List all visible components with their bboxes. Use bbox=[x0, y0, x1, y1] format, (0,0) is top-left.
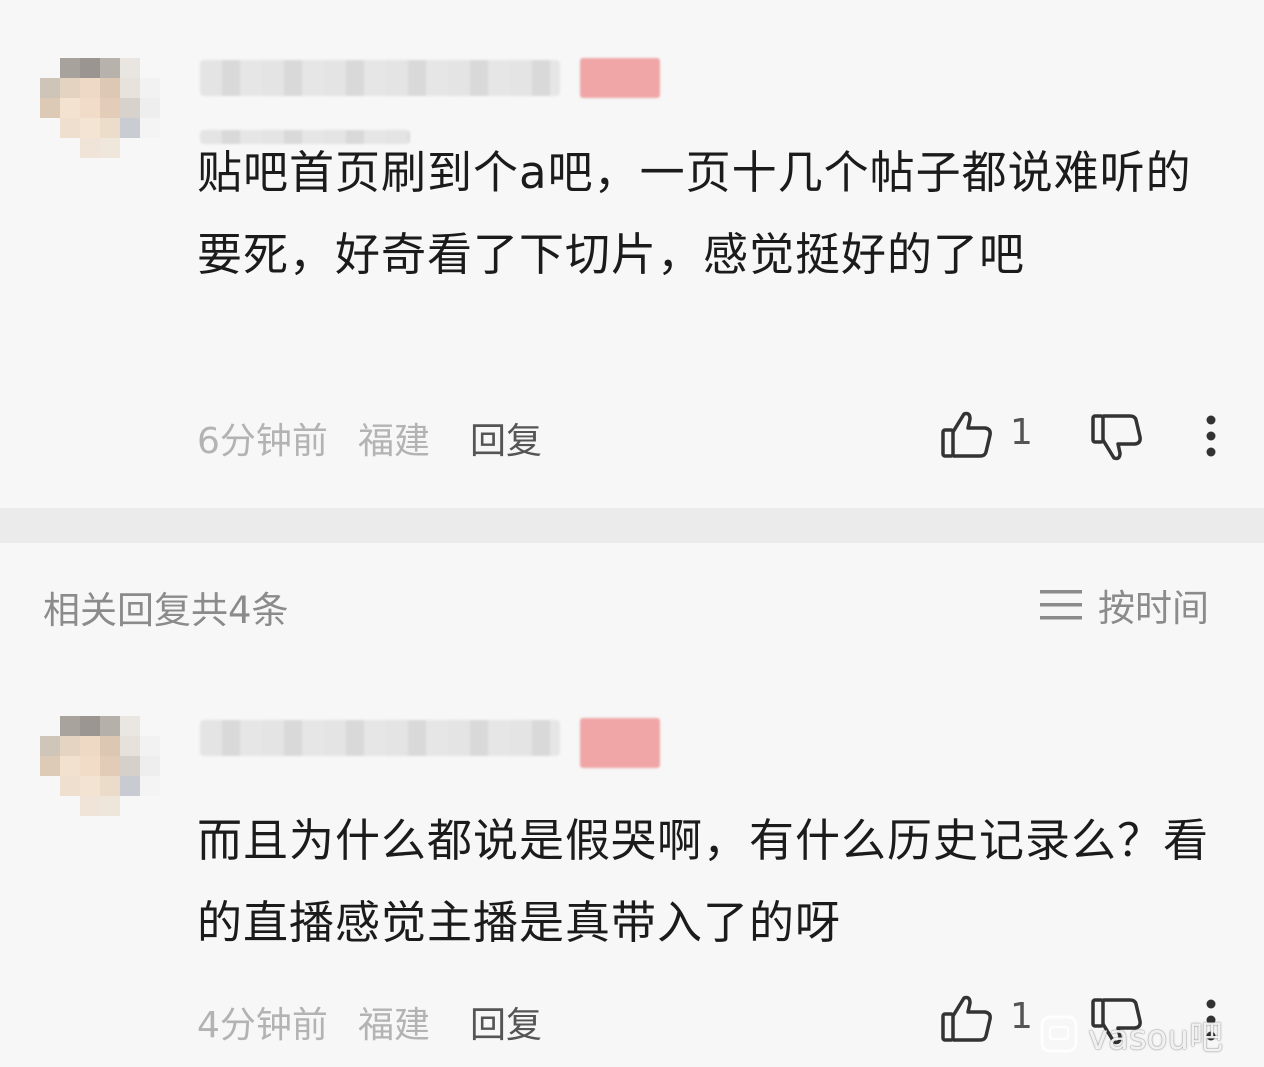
username-blurred[interactable] bbox=[200, 60, 560, 96]
username-blurred[interactable] bbox=[200, 720, 560, 756]
reply-button[interactable]: 回复 bbox=[470, 412, 542, 464]
level-badge bbox=[580, 718, 660, 768]
section-divider bbox=[0, 508, 1264, 543]
thumb-down-icon[interactable] bbox=[1090, 412, 1144, 462]
sort-lines-icon bbox=[1040, 588, 1082, 622]
comment-time: 6分钟前 bbox=[197, 421, 328, 462]
level-badge bbox=[580, 58, 660, 98]
comment-location: 福建 bbox=[358, 421, 431, 462]
comment-text: 贴吧首页刷到个a吧，一页十几个帖子都说难听的要死，好奇看了下切片，感觉挺好的了吧 bbox=[197, 146, 1192, 281]
avatar[interactable] bbox=[40, 716, 160, 816]
like-count: 1 bbox=[1010, 996, 1033, 1037]
watermark: vasou吧 bbox=[1040, 1010, 1223, 1058]
avatar[interactable] bbox=[40, 58, 160, 158]
replies-count-title: 相关回复共4条 bbox=[43, 589, 289, 632]
watermark-logo-icon bbox=[1040, 1015, 1078, 1053]
watermark-text: vasou吧 bbox=[1088, 1017, 1224, 1058]
like-count: 1 bbox=[1010, 412, 1033, 453]
reply-button[interactable]: 回复 bbox=[470, 996, 542, 1048]
comment-location: 福建 bbox=[358, 1005, 431, 1046]
comment-text: 而且为什么都说是假哭啊，有什么历史记录么？看的直播感觉主播是真带入了的呀 bbox=[197, 814, 1210, 949]
sort-label: 按时间 bbox=[1098, 587, 1209, 630]
more-vertical-icon[interactable] bbox=[1204, 414, 1218, 458]
thumb-up-icon[interactable] bbox=[940, 410, 994, 460]
thumb-up-icon[interactable] bbox=[940, 994, 994, 1044]
comment-time: 4分钟前 bbox=[197, 1005, 328, 1046]
comment-card: 贴吧首页刷到个a吧，一页十几个帖子都说难听的要死，好奇看了下切片，感觉挺好的了吧… bbox=[0, 0, 1264, 508]
